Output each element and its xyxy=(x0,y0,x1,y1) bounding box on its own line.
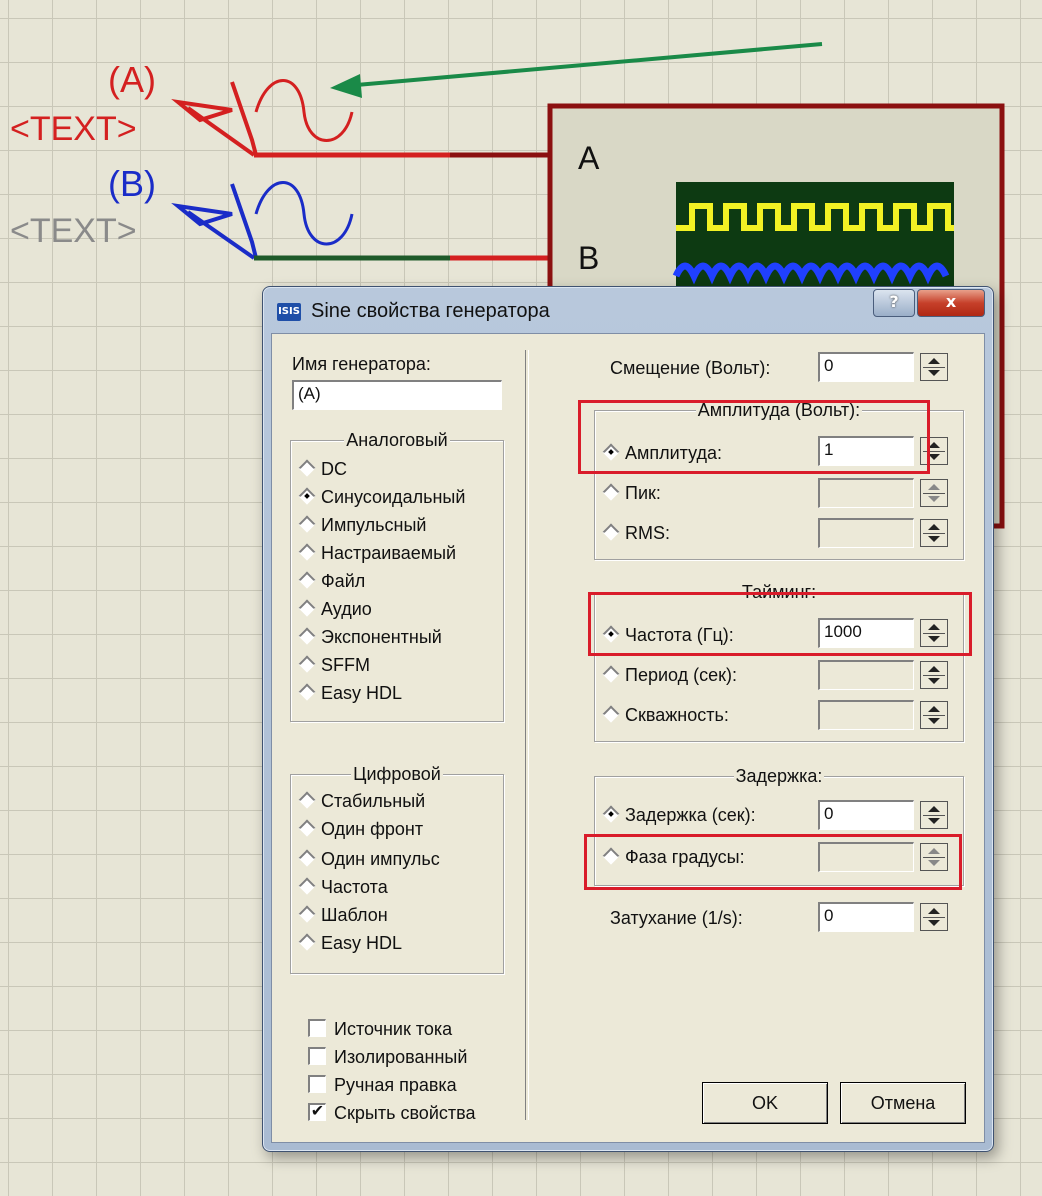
generator-a-symbol[interactable] xyxy=(171,79,552,158)
dialog-title: Sine свойства генератора xyxy=(311,300,550,322)
period-spinner[interactable] xyxy=(920,661,948,689)
radio-analog-audio[interactable]: Аудио xyxy=(298,597,372,621)
radio-analog-dc[interactable]: DC xyxy=(298,457,347,481)
help-button[interactable]: ? xyxy=(873,289,915,317)
generator-properties-dialog: ISIS Sine свойства генератора ? x Имя ге… xyxy=(262,286,994,1152)
radio-icon xyxy=(298,683,316,701)
close-button[interactable]: x xyxy=(917,289,985,317)
radio-peak[interactable]: Пик: xyxy=(602,481,661,505)
radio-icon xyxy=(602,705,620,723)
radio-checked-icon xyxy=(298,487,316,505)
checkbox-box xyxy=(308,1019,326,1038)
dialog-titlebar[interactable]: ISIS Sine свойства генератора ? x xyxy=(263,287,993,333)
radio-rms[interactable]: RMS: xyxy=(602,521,670,545)
scope-channel-a-label: A xyxy=(578,140,600,176)
delay-group-title: Задержка: xyxy=(733,766,825,786)
radio-icon xyxy=(298,459,316,477)
damping-label: Затухание (1/s): xyxy=(610,908,743,928)
radio-checked-icon xyxy=(602,805,620,823)
checkbox-current-source[interactable]: Источник тока xyxy=(308,1016,452,1042)
highlight-frequency xyxy=(588,592,972,656)
generator-a-name[interactable]: (A) xyxy=(108,62,156,98)
generator-name-input[interactable]: (A) xyxy=(292,380,502,410)
radio-digital-easy-hdl[interactable]: Easy HDL xyxy=(298,931,402,955)
highlight-phase xyxy=(584,834,962,890)
generator-a-text[interactable]: <TEXT> xyxy=(10,112,137,146)
radio-period[interactable]: Период (сек): xyxy=(602,663,737,687)
radio-digital-pattern[interactable]: Шаблон xyxy=(298,903,388,927)
radio-duty[interactable]: Скважность: xyxy=(602,703,729,727)
rms-input[interactable] xyxy=(818,518,914,548)
radio-delay[interactable]: Задержка (сек): xyxy=(602,803,756,827)
ok-button[interactable]: OK xyxy=(702,1082,828,1124)
dialog-client-area: Имя генератора: (A) Аналоговый DC Синусо… xyxy=(271,333,985,1143)
radio-icon xyxy=(298,819,316,837)
generator-name-label: Имя генератора: xyxy=(292,354,431,374)
radio-icon xyxy=(602,523,620,541)
damping-input[interactable]: 0 xyxy=(818,902,914,932)
radio-icon xyxy=(298,599,316,617)
radio-icon xyxy=(298,849,316,867)
radio-icon xyxy=(602,483,620,501)
offset-spinner[interactable] xyxy=(920,353,948,381)
radio-analog-sffm[interactable]: SFFM xyxy=(298,653,370,677)
radio-icon xyxy=(298,905,316,923)
highlight-amplitude xyxy=(578,400,930,474)
scope-channel-b-label: B xyxy=(578,240,600,276)
delay-spinner[interactable] xyxy=(920,801,948,829)
checkbox-box xyxy=(308,1047,326,1066)
peak-spinner[interactable] xyxy=(920,479,948,507)
isis-app-icon: ISIS xyxy=(277,303,301,321)
radio-icon xyxy=(602,665,620,683)
delay-input[interactable]: 0 xyxy=(818,800,914,830)
radio-icon xyxy=(298,933,316,951)
checkmark-icon: ✔ xyxy=(308,1103,326,1122)
checkbox-box xyxy=(308,1075,326,1094)
radio-icon xyxy=(298,791,316,809)
rms-spinner[interactable] xyxy=(920,519,948,547)
radio-icon xyxy=(298,515,316,533)
digital-group-title: Цифровой xyxy=(351,764,443,784)
radio-icon xyxy=(298,571,316,589)
generator-b-name[interactable]: (B) xyxy=(108,166,156,202)
radio-icon xyxy=(298,543,316,561)
digital-group: Цифровой Стабильный Один фронт Один импу… xyxy=(290,764,504,974)
checkbox-isolated[interactable]: Изолированный xyxy=(308,1044,467,1070)
offset-label: Смещение (Вольт): xyxy=(610,358,771,378)
radio-icon xyxy=(298,627,316,645)
radio-digital-steady[interactable]: Стабильный xyxy=(298,789,425,813)
radio-analog-exponential[interactable]: Экспонентный xyxy=(298,625,442,649)
checkbox-hide-properties[interactable]: ✔ Скрыть свойства xyxy=(308,1100,476,1126)
checkbox-manual-edit[interactable]: Ручная правка xyxy=(308,1072,457,1098)
generator-b-text[interactable]: <TEXT> xyxy=(10,214,137,248)
peak-input[interactable] xyxy=(818,478,914,508)
radio-analog-easy-hdl[interactable]: Easy HDL xyxy=(298,681,402,705)
radio-analog-file[interactable]: Файл xyxy=(298,569,365,593)
column-separator xyxy=(525,350,529,1120)
radio-icon xyxy=(298,877,316,895)
annotation-arrow xyxy=(344,42,823,88)
radio-digital-single-pulse[interactable]: Один импульс xyxy=(298,847,440,871)
analog-group: Аналоговый DC Синусоидальный Импульсный … xyxy=(290,430,504,722)
generator-b-symbol[interactable] xyxy=(171,181,552,261)
period-input[interactable] xyxy=(818,660,914,690)
radio-analog-pulse[interactable]: Импульсный xyxy=(298,513,426,537)
radio-analog-custom[interactable]: Настраиваемый xyxy=(298,541,456,565)
radio-analog-sine[interactable]: Синусоидальный xyxy=(298,485,465,509)
annotation-arrowhead xyxy=(330,74,362,98)
cancel-button[interactable]: Отмена xyxy=(840,1082,966,1124)
analog-group-title: Аналоговый xyxy=(344,430,450,450)
duty-input[interactable] xyxy=(818,700,914,730)
offset-input[interactable]: 0 xyxy=(818,352,914,382)
damping-spinner[interactable] xyxy=(920,903,948,931)
radio-digital-single-edge[interactable]: Один фронт xyxy=(298,817,423,841)
duty-spinner[interactable] xyxy=(920,701,948,729)
radio-digital-clock[interactable]: Частота xyxy=(298,875,388,899)
radio-icon xyxy=(298,655,316,673)
